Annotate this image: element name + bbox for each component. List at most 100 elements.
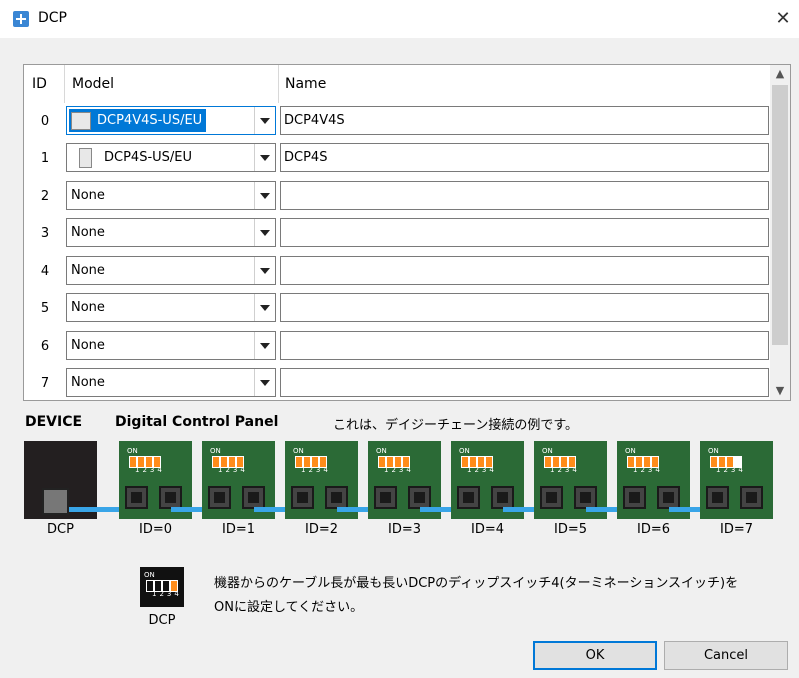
dip-switch-icon: ON 1234	[542, 447, 580, 474]
dcp4s-icon	[79, 147, 92, 168]
rj45-port-icon	[574, 486, 597, 509]
name-input[interactable]	[280, 293, 769, 322]
table-row: 1 DCP4S-US/EU DCP4S	[24, 140, 769, 177]
rj45-port-icon	[291, 486, 314, 509]
dip-switch-icon: ON 1234	[293, 447, 331, 474]
close-button[interactable]: ✕	[772, 8, 794, 30]
rj45-port-icon	[374, 486, 397, 509]
table-row: 3 None	[24, 215, 769, 252]
table-row: 5 None	[24, 290, 769, 327]
rj45-port-icon	[242, 486, 265, 509]
column-header-id[interactable]: ID	[32, 65, 47, 103]
dip-switch-icon: ON 1234	[376, 447, 414, 474]
model-select[interactable]: None	[66, 181, 276, 210]
model-value: None	[71, 300, 105, 315]
model-select[interactable]: None	[66, 331, 276, 360]
row-id: 3	[40, 226, 50, 241]
chevron-down-icon[interactable]	[254, 219, 275, 246]
name-input[interactable]	[280, 218, 769, 247]
dip-switch-icon: ON 1234	[625, 447, 663, 474]
name-value: DCP4S	[284, 150, 328, 165]
panel-id-label: ID=5	[553, 522, 587, 537]
rj45-port-icon	[159, 486, 182, 509]
table-row: 4 None	[24, 253, 769, 290]
vertical-scrollbar[interactable]: ▲ ▼	[770, 65, 790, 400]
scroll-up-icon[interactable]: ▲	[770, 65, 790, 83]
rj45-port-icon	[706, 486, 729, 509]
rj45-port-icon	[657, 486, 680, 509]
model-select[interactable]: None	[66, 368, 276, 397]
panel-id-label: ID=6	[636, 522, 670, 537]
row-id: 5	[40, 301, 50, 316]
name-input[interactable]	[280, 331, 769, 360]
model-select[interactable]: DCP4V4S-US/EU	[66, 106, 276, 135]
rj45-port-icon	[740, 486, 763, 509]
row-id: 2	[40, 189, 50, 204]
table-row: 0 DCP4V4S-US/EU DCP4V4S	[24, 103, 769, 140]
rj45-port-icon	[491, 486, 514, 509]
chevron-down-icon[interactable]	[254, 332, 275, 359]
name-value: DCP4V4S	[284, 113, 345, 128]
chevron-down-icon[interactable]	[254, 369, 275, 396]
model-value: None	[71, 338, 105, 353]
dip-switch-icon: ON 1234	[127, 447, 165, 474]
model-value: None	[71, 375, 105, 390]
dcp-table: ID Model Name 0 DCP4V4S-US/EU DCP4V4S 1 …	[23, 64, 791, 401]
panel-id-label: ID=1	[221, 522, 255, 537]
name-input[interactable]	[280, 181, 769, 210]
ok-button[interactable]: OK	[533, 641, 657, 670]
window-title: DCP	[38, 10, 67, 26]
model-value: None	[71, 225, 105, 240]
panel-id-label: ID=7	[719, 522, 753, 537]
scroll-down-icon[interactable]: ▼	[770, 382, 790, 400]
dip-switch-icon: ON 1234	[459, 447, 497, 474]
model-select[interactable]: None	[66, 293, 276, 322]
panel-id-label: ID=4	[470, 522, 504, 537]
column-header-model[interactable]: Model	[72, 65, 114, 103]
table-row: 7 None	[24, 365, 769, 400]
rj45-port-icon	[623, 486, 646, 509]
name-input[interactable]: DCP4V4S	[280, 106, 769, 135]
column-header-name[interactable]: Name	[285, 65, 326, 103]
legend-text: 機器からのケーブル長が最も長いDCPのディップスイッチ4(ターミネーションスイッ…	[214, 576, 739, 615]
panel-heading: Digital Control Panel	[115, 414, 279, 430]
rj45-port-icon	[208, 486, 231, 509]
device-port-label: DCP	[47, 522, 74, 537]
device-port-icon	[42, 488, 69, 515]
model-select[interactable]: DCP4S-US/EU	[66, 143, 276, 172]
chevron-down-icon[interactable]	[254, 182, 275, 209]
model-select[interactable]: None	[66, 256, 276, 285]
dip-switch-icon: ON 1234	[210, 447, 248, 474]
dip-switch-legend-icon: ON 1234	[140, 567, 184, 607]
table-row: 2 None	[24, 178, 769, 215]
device-heading: DEVICE	[25, 414, 83, 430]
model-value: DCP4S-US/EU	[104, 150, 193, 165]
row-id: 7	[40, 376, 50, 391]
dcp-panel-illustration: ON 1234	[700, 441, 773, 519]
panel-id-label: ID=0	[138, 522, 172, 537]
chevron-down-icon[interactable]	[254, 107, 275, 134]
model-value: DCP4V4S-US/EU	[97, 113, 203, 128]
table-row: 6 None	[24, 328, 769, 365]
dip-switch-icon: ON 1234	[708, 447, 746, 474]
app-icon	[13, 11, 29, 27]
chevron-down-icon[interactable]	[254, 144, 275, 171]
model-select[interactable]: None	[66, 218, 276, 247]
name-input[interactable]	[280, 256, 769, 285]
name-input[interactable]: DCP4S	[280, 143, 769, 172]
model-value: None	[71, 188, 105, 203]
scroll-thumb[interactable]	[772, 85, 788, 345]
legend-label: DCP	[148, 613, 176, 628]
name-input[interactable]	[280, 368, 769, 397]
cancel-button[interactable]: Cancel	[664, 641, 788, 670]
chevron-down-icon[interactable]	[254, 257, 275, 284]
title-bar: DCP ✕	[0, 0, 799, 38]
panel-id-label: ID=2	[304, 522, 338, 537]
row-id: 1	[40, 151, 50, 166]
chevron-down-icon[interactable]	[254, 294, 275, 321]
model-value: None	[71, 263, 105, 278]
rj45-port-icon	[325, 486, 348, 509]
rj45-port-icon	[125, 486, 148, 509]
dcp4v4s-icon	[71, 111, 91, 130]
rj45-port-icon	[540, 486, 563, 509]
